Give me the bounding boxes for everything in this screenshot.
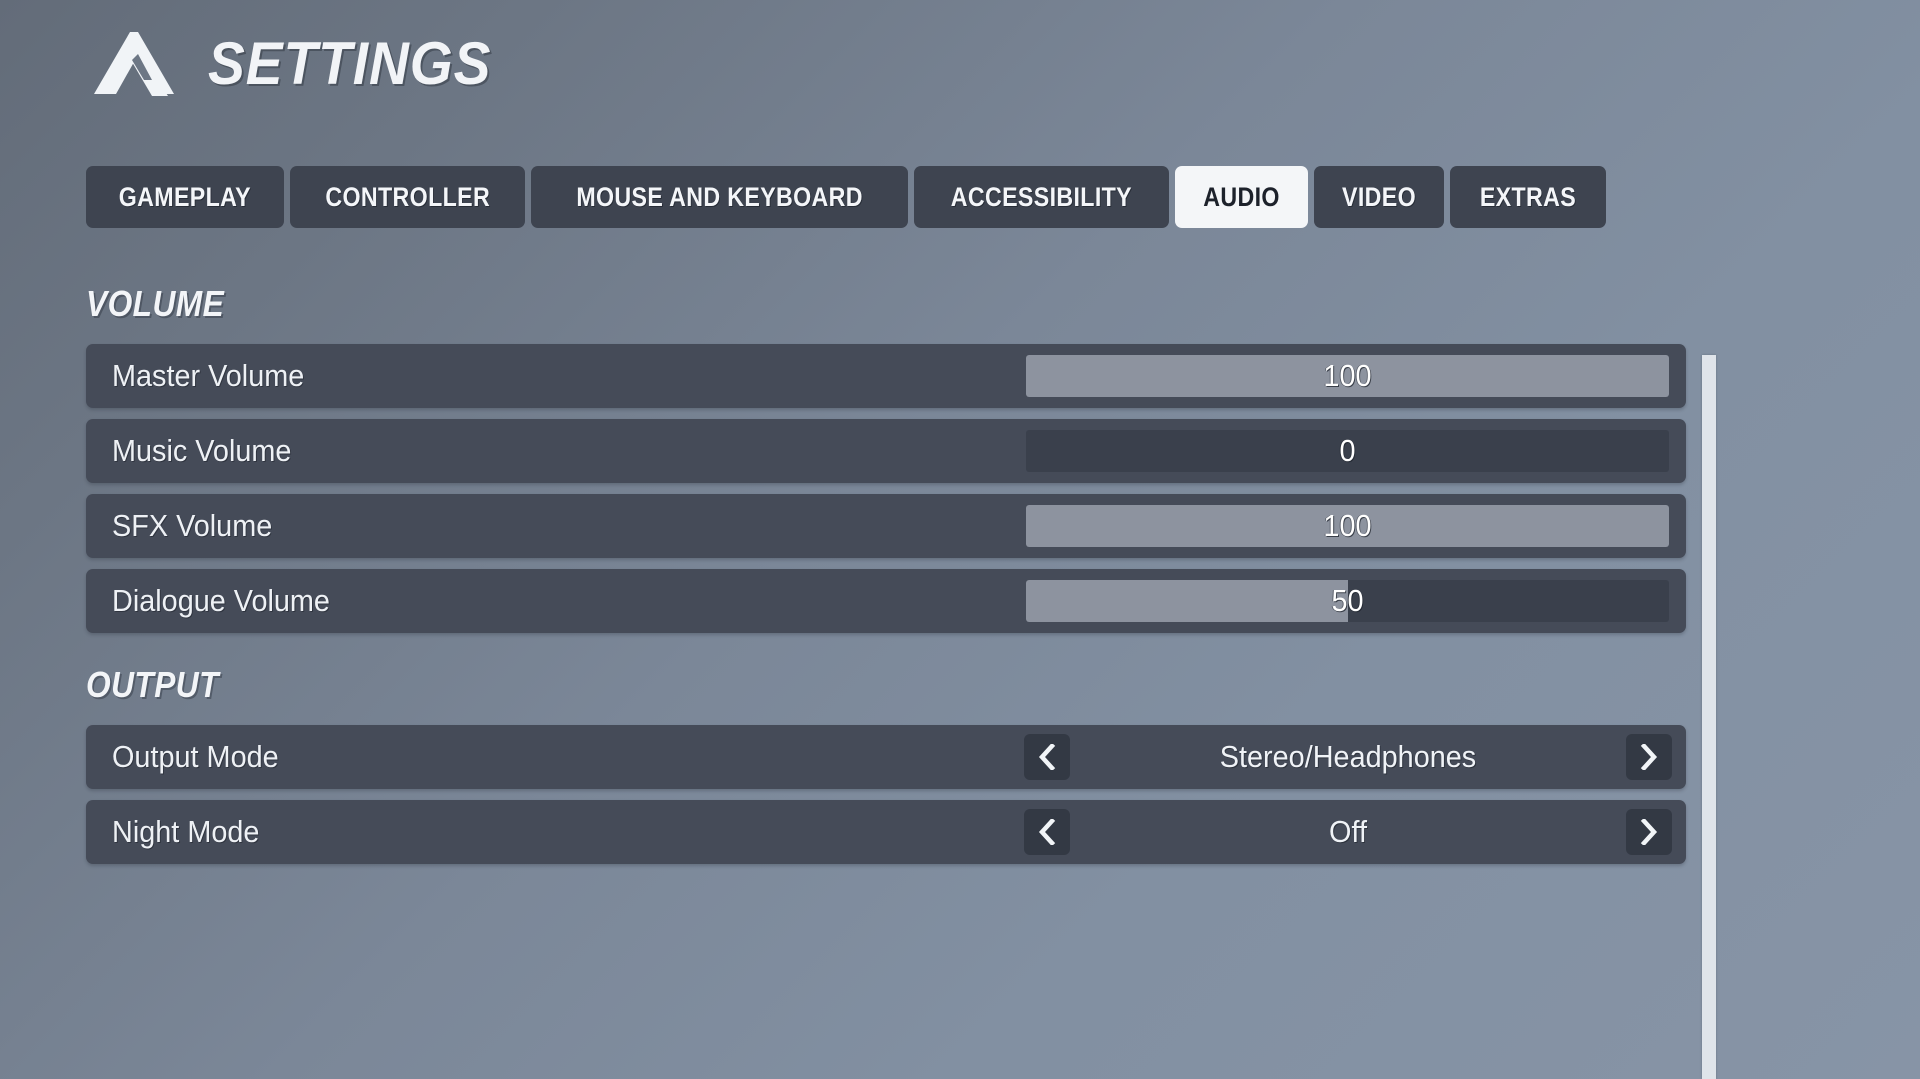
setting-label-output-mode: Output Mode <box>112 739 279 774</box>
selector-night-mode: Off <box>1024 809 1672 855</box>
setting-label-master-volume: Master Volume <box>112 358 305 393</box>
setting-label-dialogue-volume: Dialogue Volume <box>112 583 330 618</box>
tab-mouse-and-keyboard[interactable]: MOUSE AND KEYBOARD <box>531 166 909 228</box>
setting-row-night-mode[interactable]: Night Mode Off <box>86 800 1686 864</box>
tab-video-label: VIDEO <box>1342 181 1417 212</box>
setting-row-dialogue-volume[interactable]: Dialogue Volume 50 <box>86 569 1686 633</box>
setting-row-sfx-volume[interactable]: SFX Volume 100 <box>86 494 1686 558</box>
setting-label-sfx-volume: SFX Volume <box>112 508 273 543</box>
setting-row-music-volume[interactable]: Music Volume 0 <box>86 419 1686 483</box>
settings-content: VOLUME Master Volume 100 Music Volume 0 … <box>0 262 1920 1079</box>
output-rows: Output Mode Stereo/Headphones Night Mode… <box>0 725 1920 864</box>
chevron-left-icon[interactable] <box>1024 734 1070 780</box>
tab-gameplay[interactable]: GAMEPLAY <box>86 166 284 228</box>
mountain-peak-logo-icon <box>94 32 174 96</box>
settings-scrollbar-thumb[interactable] <box>1702 355 1716 1079</box>
slider-dialogue-volume[interactable]: 50 <box>1026 580 1669 622</box>
tab-extras-label: EXTRAS <box>1480 181 1577 212</box>
page-title: SETTINGS <box>208 30 492 97</box>
section-heading-output: OUTPUT <box>86 664 219 705</box>
tab-controller-label: CONTROLLER <box>325 181 490 212</box>
setting-label-night-mode: Night Mode <box>112 814 260 849</box>
slider-value-dialogue-volume: 50 <box>1331 583 1364 618</box>
tab-accessibility[interactable]: ACCESSIBILITY <box>914 166 1170 228</box>
settings-tab-bar: GAMEPLAY CONTROLLER MOUSE AND KEYBOARD A… <box>86 166 1607 228</box>
tab-extras[interactable]: EXTRAS <box>1450 166 1607 228</box>
tab-video[interactable]: VIDEO <box>1314 166 1445 228</box>
tab-audio[interactable]: AUDIO <box>1175 166 1309 228</box>
tab-mouse-and-keyboard-label: MOUSE AND KEYBOARD <box>576 181 864 212</box>
setting-row-master-volume[interactable]: Master Volume 100 <box>86 344 1686 408</box>
slider-value-music-volume: 0 <box>1339 433 1356 468</box>
selector-output-mode: Stereo/Headphones <box>1024 734 1672 780</box>
setting-label-music-volume: Music Volume <box>112 433 292 468</box>
tab-audio-label: AUDIO <box>1203 181 1280 212</box>
selector-value-output-mode: Stereo/Headphones <box>1219 739 1477 774</box>
tab-controller[interactable]: CONTROLLER <box>289 166 526 228</box>
slider-value-master-volume: 100 <box>1323 358 1372 393</box>
slider-master-volume[interactable]: 100 <box>1026 355 1669 397</box>
tab-gameplay-label: GAMEPLAY <box>118 181 251 212</box>
chevron-left-icon[interactable] <box>1024 809 1070 855</box>
chevron-right-icon[interactable] <box>1626 809 1672 855</box>
tab-accessibility-label: ACCESSIBILITY <box>951 181 1133 212</box>
slider-sfx-volume[interactable]: 100 <box>1026 505 1669 547</box>
chevron-right-icon[interactable] <box>1626 734 1672 780</box>
settings-header: SETTINGS <box>82 28 516 100</box>
volume-rows: Master Volume 100 Music Volume 0 SFX Vol… <box>0 344 1920 633</box>
selector-value-night-mode: Off <box>1329 814 1367 849</box>
setting-row-output-mode[interactable]: Output Mode Stereo/Headphones <box>86 725 1686 789</box>
section-heading-volume: VOLUME <box>86 283 225 324</box>
slider-value-sfx-volume: 100 <box>1323 508 1372 543</box>
slider-music-volume[interactable]: 0 <box>1026 430 1669 472</box>
